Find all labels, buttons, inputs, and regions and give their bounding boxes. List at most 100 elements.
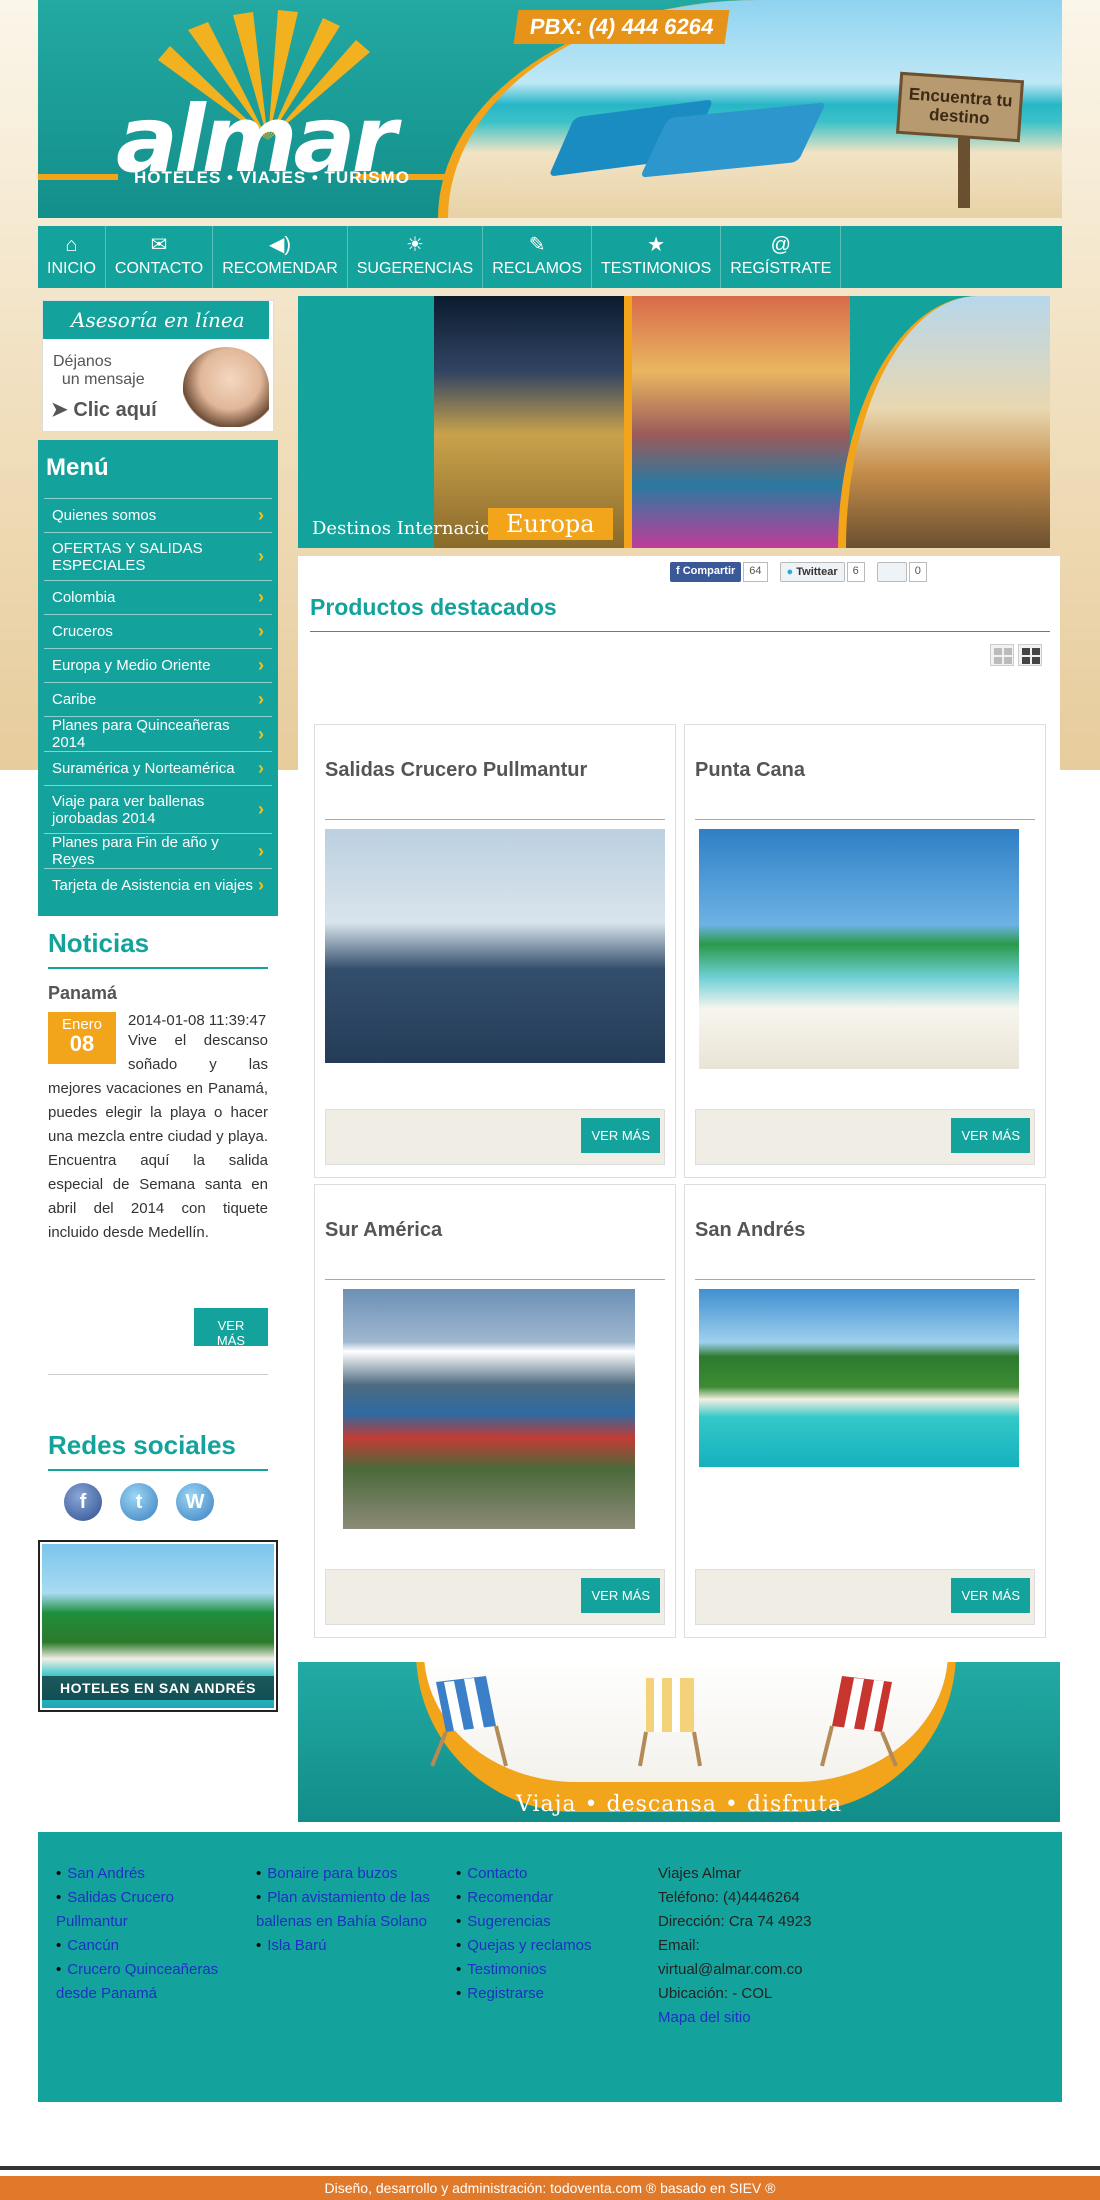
twitter-icon[interactable]: t [120,1483,158,1521]
footer-link[interactable]: Plan avistamiento de las ballenas en Bah… [256,1886,436,1934]
list-view-icon[interactable] [990,644,1014,666]
facebook-share-button[interactable]: f Compartir [670,562,742,582]
chevron-right-icon: › [258,840,264,861]
nav-label: REGÍSTRATE [730,260,832,277]
menu-item-quienes-somos[interactable]: Quienes somos › [44,498,272,532]
nav-contacto[interactable]: ✉ CONTACTO [106,226,214,288]
company-name: Viajes Almar [658,1865,742,1882]
at-icon: @ [770,234,791,256]
footer-links-col2: Bonaire para buzos Plan avistamiento de … [256,1862,436,1958]
footer-link[interactable]: Recomendar [456,1886,636,1910]
facebook-icon: f [676,565,683,577]
footer-link[interactable]: Bonaire para buzos [256,1862,436,1886]
nav-label: INICIO [47,260,96,277]
footer-links-col1: San Andrés Salidas Crucero Pullmantur Ca… [56,1862,236,2006]
product-card: Salidas Crucero Pullmantur VER MÁS [314,724,676,1178]
product-image[interactable] [325,829,665,1063]
brand-tagline: HOTELES • VIAJES • TURISMO [134,168,410,187]
chevron-right-icon: › [258,655,264,675]
footer-link[interactable]: Quejas y reclamos [456,1934,636,1958]
footer-link[interactable]: Cancún [56,1934,236,1958]
logo-strip [38,174,118,180]
plusone-button[interactable] [876,562,907,582]
menu-item-quinceaneras[interactable]: Planes para Quinceañeras 2014 › [44,716,272,751]
menu-item-colombia[interactable]: Colombia › [44,580,272,614]
twitter-count: 6 [846,562,865,582]
site-footer: San Andrés Salidas Crucero Pullmantur Ca… [38,1832,1062,2102]
footer-link[interactable]: Salidas Crucero Pullmantur [56,1886,236,1934]
footer-link[interactable]: Testimonios [456,1958,636,1982]
product-footer: VER MÁS [695,1569,1035,1625]
footer-link[interactable]: Registrarse [456,1982,636,2006]
product-image[interactable] [343,1289,635,1529]
footer-link[interactable]: Crucero Quinceañeras desde Panamá [56,1958,236,2006]
nav-testimonios[interactable]: ★ TESTIMONIOS [592,226,722,288]
nav-label: RECLAMOS [492,260,583,277]
product-name[interactable]: Salidas Crucero Pullmantur [325,759,587,782]
location: Ubicación: - COL [658,1985,773,2002]
facebook-icon[interactable]: f [64,1483,102,1521]
nav-recomendar[interactable]: ◀) RECOMENDAR [213,226,348,288]
date-badge: Enero 08 [48,1012,116,1064]
menu-item-cruceros[interactable]: Cruceros › [44,614,272,648]
footer-link[interactable]: Isla Barú [256,1934,436,1958]
nav-reclamos[interactable]: ✎ RECLAMOS [483,226,593,288]
logo[interactable]: almar HOTELES • VIAJES • TURISMO [38,0,476,218]
product-card: Sur América VER MÁS [314,1184,676,1638]
divider [325,1279,665,1280]
news-section: Noticias Panamá Enero 08 2014-01-08 11:3… [48,928,268,1245]
social-section: Redes sociales f t W [48,1430,268,1521]
menu-item-caribe[interactable]: Caribe › [44,682,272,716]
hotel-banner-caption: HOTELES EN SAN ANDRÉS [42,1676,274,1700]
product-name[interactable]: Sur América [325,1219,442,1242]
product-footer: VER MÁS [695,1109,1035,1165]
footer-link[interactable]: Sugerencias [456,1910,636,1934]
product-more-button[interactable]: VER MÁS [581,1578,660,1613]
menu-item-europa[interactable]: Europa y Medio Oriente › [44,648,272,682]
wordpress-icon[interactable]: W [176,1483,214,1521]
online-advice-banner[interactable]: Asesoría en línea Déjanos un mensaje ➤ C… [42,300,274,432]
twitter-share-button[interactable]: ● Twittear [779,562,845,582]
home-icon: ⌂ [65,234,78,256]
sign-post [958,138,970,208]
hero-banner[interactable]: Destinos Internacionales Europa [298,296,1050,548]
news-title: Noticias [48,928,268,969]
news-more-button[interactable]: VER MÁS [194,1308,268,1348]
footer-contact: Viajes Almar Teléfono: (4)4446264 Direcc… [658,1862,858,2030]
main-content: f Compartir 64 ● Twittear 6 0 Productos … [298,556,1060,1646]
product-image[interactable] [699,829,1019,1069]
product-more-button[interactable]: VER MÁS [951,1118,1030,1153]
advice-text: Déjanos un mensaje [53,353,145,388]
sitemap-link[interactable]: Mapa del sitio [658,2009,751,2026]
nav-label: SUGERENCIAS [356,260,474,277]
menu-item-suramerica[interactable]: Suramérica y Norteamérica › [44,751,272,785]
grid-view-icon[interactable] [1018,644,1042,666]
menu-item-fin-de-ano[interactable]: Planes para Fin de año y Reyes › [44,833,272,868]
promo-banner[interactable]: Viaja • descansa • disfruta [298,1662,1060,1822]
nav-inicio[interactable]: ⌂ INICIO [38,226,106,288]
product-name[interactable]: San Andrés [695,1219,805,1242]
menu-item-ofertas[interactable]: OFERTAS Y SALIDAS ESPECIALES › [44,532,272,580]
footer-link[interactable]: Contacto [456,1862,636,1886]
product-more-button[interactable]: VER MÁS [951,1578,1030,1613]
product-name[interactable]: Punta Cana [695,759,805,782]
nav-sugerencias[interactable]: ☀ SUGERENCIAS [348,226,484,288]
chevron-right-icon: › [258,689,264,709]
footer-links-col3: Contacto Recomendar Sugerencias Quejas y… [456,1862,636,2006]
menu-item-ballenas[interactable]: Viaje para ver ballenas jorobadas 2014 › [44,785,272,833]
nav-registrate[interactable]: @ REGÍSTRATE [721,226,842,288]
chevron-right-icon: › [258,799,264,819]
chevron-right-icon: › [258,723,264,744]
date-month: Enero [61,1016,103,1033]
email: virtual@almar.com.co [658,1961,803,1978]
product-more-button[interactable]: VER MÁS [581,1118,660,1153]
share-bar: f Compartir 64 ● Twittear 6 0 [670,562,927,582]
chevron-right-icon: › [258,505,264,525]
product-image[interactable] [699,1289,1019,1467]
footer-link[interactable]: San Andrés [56,1862,236,1886]
news-headline[interactable]: Panamá [48,983,268,1004]
divider [48,1374,268,1375]
chevron-right-icon: › [258,587,264,607]
hotel-banner[interactable]: HOTELES EN SAN ANDRÉS [38,1540,278,1712]
menu-item-tarjeta-asistencia[interactable]: Tarjeta de Asistencia en viajes › [44,868,272,902]
